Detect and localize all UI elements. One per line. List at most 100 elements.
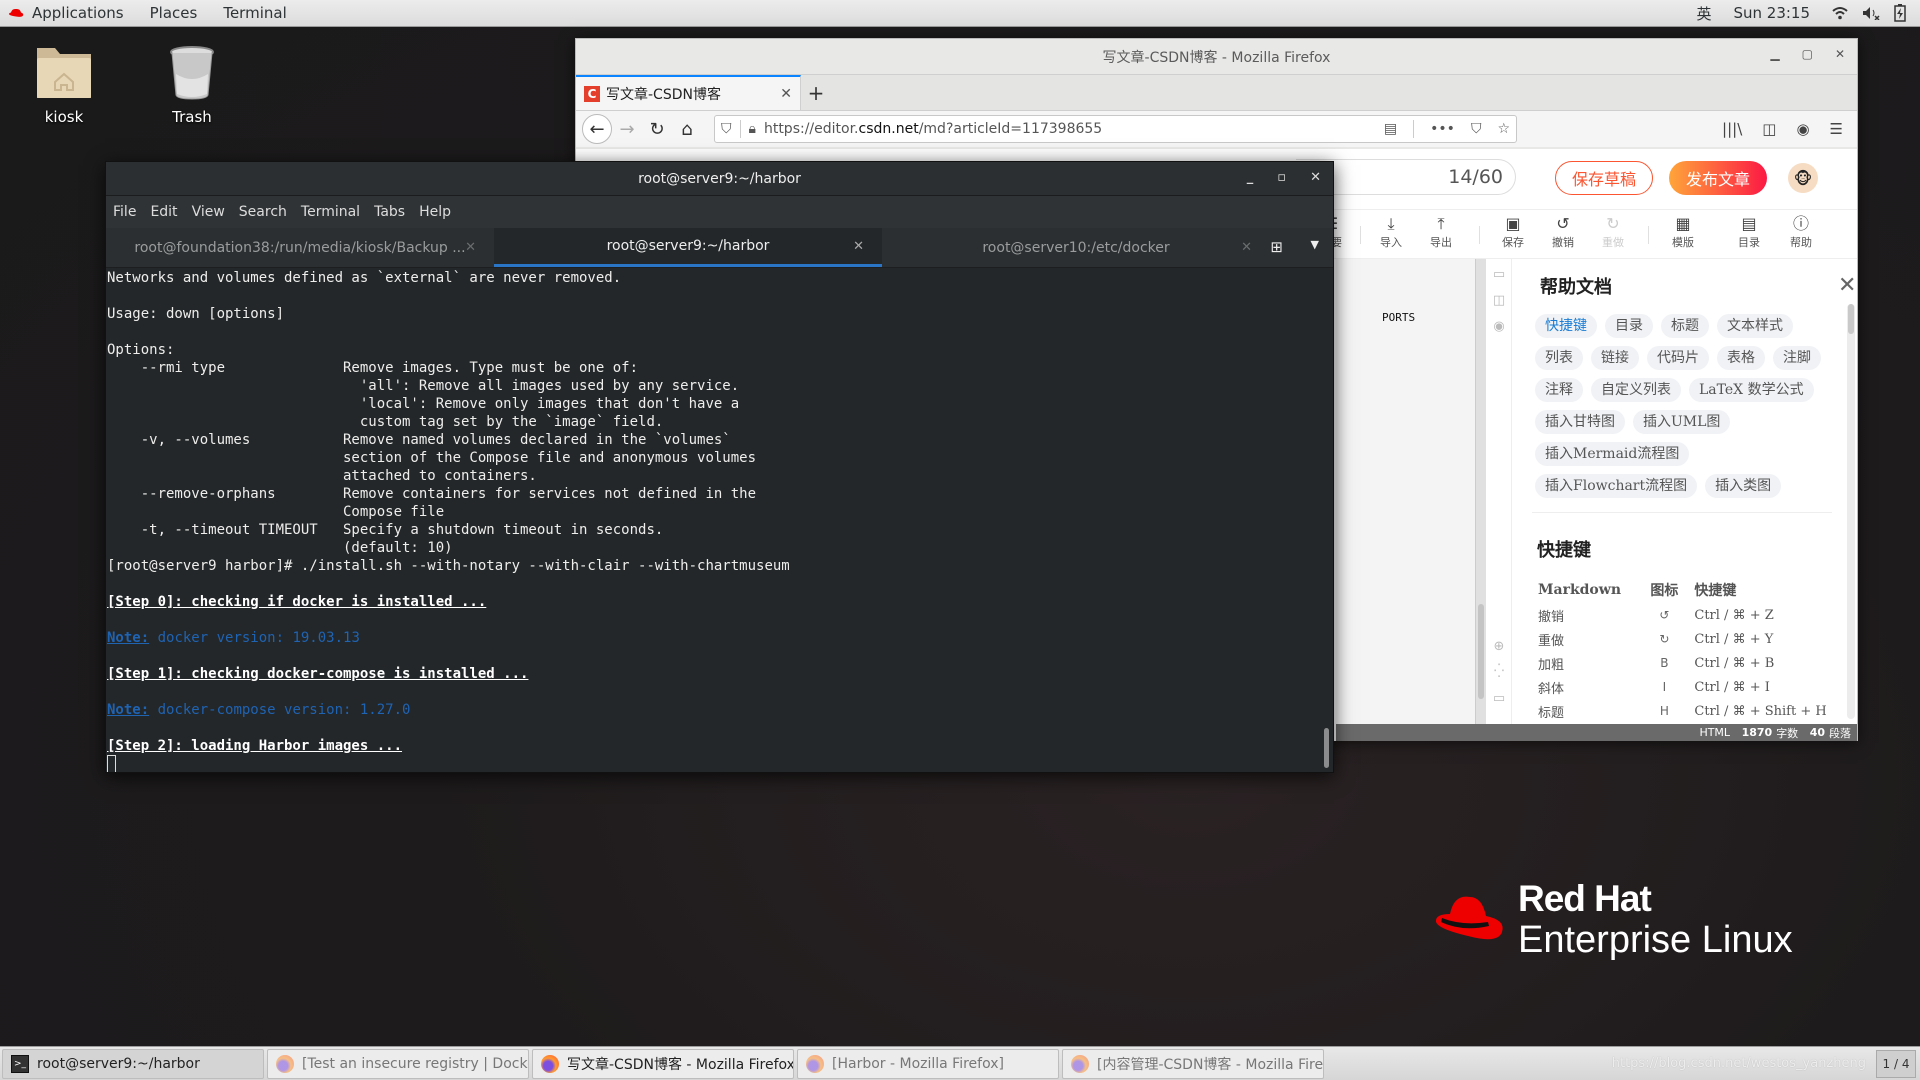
menu-file[interactable]: File: [113, 204, 136, 220]
help-tag[interactable]: 自定义列表: [1591, 378, 1681, 402]
toolbar-toc-button[interactable]: ▤ 目录: [1729, 214, 1769, 250]
toolbar-help-button[interactable]: ⓘ 帮助: [1781, 214, 1821, 250]
taskbar-item-docker-docs[interactable]: [Test an insecure registry | Docker ...: [267, 1048, 529, 1079]
menu-help[interactable]: Help: [419, 204, 451, 220]
desktop-icon-kiosk[interactable]: kiosk: [14, 44, 114, 126]
terminal-scrollbar[interactable]: [1323, 269, 1331, 772]
browser-tab-csdn[interactable]: C 写文章-CSDN博客 ✕: [576, 75, 801, 110]
help-tag[interactable]: 注脚: [1773, 346, 1821, 370]
bookmark-star-icon[interactable]: ☆: [1497, 121, 1510, 137]
terminal-tab-server9[interactable]: root@server9:~/harbor ✕: [494, 228, 882, 267]
help-tag[interactable]: 插入Flowchart流程图: [1535, 474, 1698, 498]
terminal-tab-server10[interactable]: root@server10:/etc/docker ✕: [882, 228, 1270, 267]
sidebar-icon[interactable]: ◫: [1762, 120, 1776, 138]
menu-tabs[interactable]: Tabs: [374, 204, 405, 220]
toolbar-save-button[interactable]: ▣ 保存: [1493, 214, 1533, 250]
menu-search[interactable]: Search: [239, 204, 287, 220]
terminal-tabs: root@foundation38:/run/media/kiosk/Backu…: [106, 228, 1333, 268]
save-draft-button[interactable]: 保存草稿: [1555, 161, 1653, 195]
menu-view[interactable]: View: [192, 204, 225, 220]
help-scrollbar[interactable]: [1847, 304, 1855, 719]
publish-button[interactable]: 发布文章: [1669, 161, 1767, 195]
help-tag[interactable]: LaTeX 数学公式: [1689, 378, 1814, 402]
firefox-titlebar[interactable]: 写文章-CSDN博客 - Mozilla Firefox ▁ ▢ ✕: [576, 39, 1857, 75]
hamburger-menu-icon[interactable]: ☰: [1830, 120, 1843, 138]
toolbar-undo-button[interactable]: ↺ 撤销: [1543, 214, 1583, 250]
preview-scrollbar[interactable]: [1476, 259, 1486, 724]
terminal-output[interactable]: Networks and volumes defined as `externa…: [106, 269, 1326, 772]
input-method-indicator[interactable]: 英: [1696, 3, 1711, 24]
close-help-icon[interactable]: ✕: [1838, 273, 1856, 298]
taskbar-item-terminal[interactable]: >_ root@server9:~/harbor: [2, 1048, 264, 1079]
terminal-minimize-button[interactable]: _: [1247, 170, 1254, 185]
close-tab-icon[interactable]: ✕: [1241, 240, 1252, 255]
back-button[interactable]: ←: [582, 114, 612, 144]
volume-muted-icon[interactable]: [1862, 6, 1880, 20]
library-icon[interactable]: |||\: [1722, 120, 1742, 138]
help-tag[interactable]: 注释: [1535, 378, 1583, 402]
close-tab-icon[interactable]: ✕: [465, 240, 476, 255]
pocket-icon[interactable]: ⛉: [1471, 121, 1482, 137]
close-button[interactable]: ✕: [1835, 47, 1845, 61]
help-tag[interactable]: 插入Mermaid流程图: [1535, 442, 1690, 466]
taskbar-item-csdn-content[interactable]: [内容管理-CSDN博客 - Mozilla Firef...: [1062, 1048, 1324, 1079]
help-tag[interactable]: 表格: [1717, 346, 1765, 370]
home-button[interactable]: ⌂: [672, 114, 702, 144]
help-tag[interactable]: 列表: [1535, 346, 1583, 370]
help-tag[interactable]: 文本样式: [1717, 314, 1793, 338]
help-title: 帮助文档: [1540, 277, 1612, 298]
toolbar-template-button[interactable]: ▦ 模版: [1663, 214, 1703, 250]
page-actions-icon[interactable]: •••: [1430, 121, 1455, 137]
help-tag[interactable]: 插入甘特图: [1535, 410, 1625, 434]
help-tag[interactable]: 目录: [1605, 314, 1653, 338]
shortcut-name: 标题: [1538, 705, 1565, 721]
terminal-close-button[interactable]: ✕: [1310, 170, 1321, 185]
lock-icon[interactable]: 🔒︎: [749, 121, 756, 137]
help-tag[interactable]: 代码片: [1647, 346, 1709, 370]
fullscreen-icon[interactable]: ▭: [1491, 691, 1507, 707]
account-icon[interactable]: ◉: [1796, 120, 1809, 138]
tabs-dropdown-icon[interactable]: ▼: [1311, 238, 1319, 251]
terminal-maximize-button[interactable]: ▫: [1277, 170, 1286, 185]
maximize-button[interactable]: ▢: [1802, 47, 1813, 61]
close-tab-icon[interactable]: ✕: [853, 239, 864, 254]
sync-scroll-icon[interactable]: ⊕: [1491, 639, 1507, 655]
terminal-app-menu[interactable]: Terminal: [223, 4, 286, 22]
reload-button[interactable]: ↻: [642, 114, 672, 144]
toolbar-import-button[interactable]: ⤓ 导入: [1371, 214, 1411, 250]
terminal-line: Note: docker-compose version: 1.27.0: [107, 701, 1326, 719]
layout-split-icon[interactable]: ◫: [1491, 293, 1507, 309]
new-tab-button[interactable]: +: [801, 75, 831, 110]
desktop-icon-trash[interactable]: Trash: [142, 44, 242, 126]
forward-button[interactable]: →: [612, 114, 642, 144]
collapse-icon[interactable]: ⁛: [1491, 664, 1507, 680]
places-menu[interactable]: Places: [150, 4, 198, 22]
reader-view-icon[interactable]: ▤: [1384, 121, 1397, 137]
clock[interactable]: Sun 23:15: [1733, 4, 1810, 22]
help-tag[interactable]: 插入UML图: [1633, 410, 1731, 434]
taskbar-item-harbor[interactable]: [Harbor - Mozilla Firefox]: [797, 1048, 1059, 1079]
url-bar[interactable]: ⛉ 🔒︎ https://editor. csdn.net/md?articleI…: [714, 115, 1517, 143]
preview-eye-icon[interactable]: ◉: [1491, 319, 1507, 335]
terminal-tab-foundation38[interactable]: root@foundation38:/run/media/kiosk/Backu…: [106, 228, 494, 267]
avatar[interactable]: 🐵︎: [1788, 163, 1818, 193]
workspace-switcher[interactable]: 1 / 4: [1876, 1049, 1916, 1078]
help-tag[interactable]: 快捷键: [1535, 314, 1597, 338]
toolbar-export-button[interactable]: ⤒ 导出: [1421, 214, 1461, 250]
help-tag[interactable]: 链接: [1591, 346, 1639, 370]
battery-charging-icon[interactable]: [1894, 4, 1906, 22]
layout-single-icon[interactable]: ▭: [1491, 267, 1507, 283]
taskbar-item-csdn-editor[interactable]: 写文章-CSDN博客 - Mozilla Firefox: [532, 1048, 794, 1079]
menu-edit[interactable]: Edit: [150, 204, 177, 220]
new-terminal-tab-icon[interactable]: ⊞: [1270, 238, 1283, 256]
help-tag[interactable]: 插入类图: [1705, 474, 1782, 498]
help-tag[interactable]: 标题: [1661, 314, 1709, 338]
close-tab-icon[interactable]: ✕: [780, 86, 792, 102]
menu-terminal[interactable]: Terminal: [301, 204, 360, 220]
wifi-icon[interactable]: [1832, 6, 1848, 20]
tracking-shield-icon[interactable]: ⛉: [721, 121, 732, 137]
applications-menu[interactable]: Applications: [32, 4, 124, 22]
toolbar-redo-button[interactable]: ↻ 重做: [1593, 214, 1633, 250]
minimize-button[interactable]: ▁: [1770, 47, 1779, 61]
terminal-titlebar[interactable]: root@server9:~/harbor _ ▫ ✕: [106, 162, 1333, 196]
